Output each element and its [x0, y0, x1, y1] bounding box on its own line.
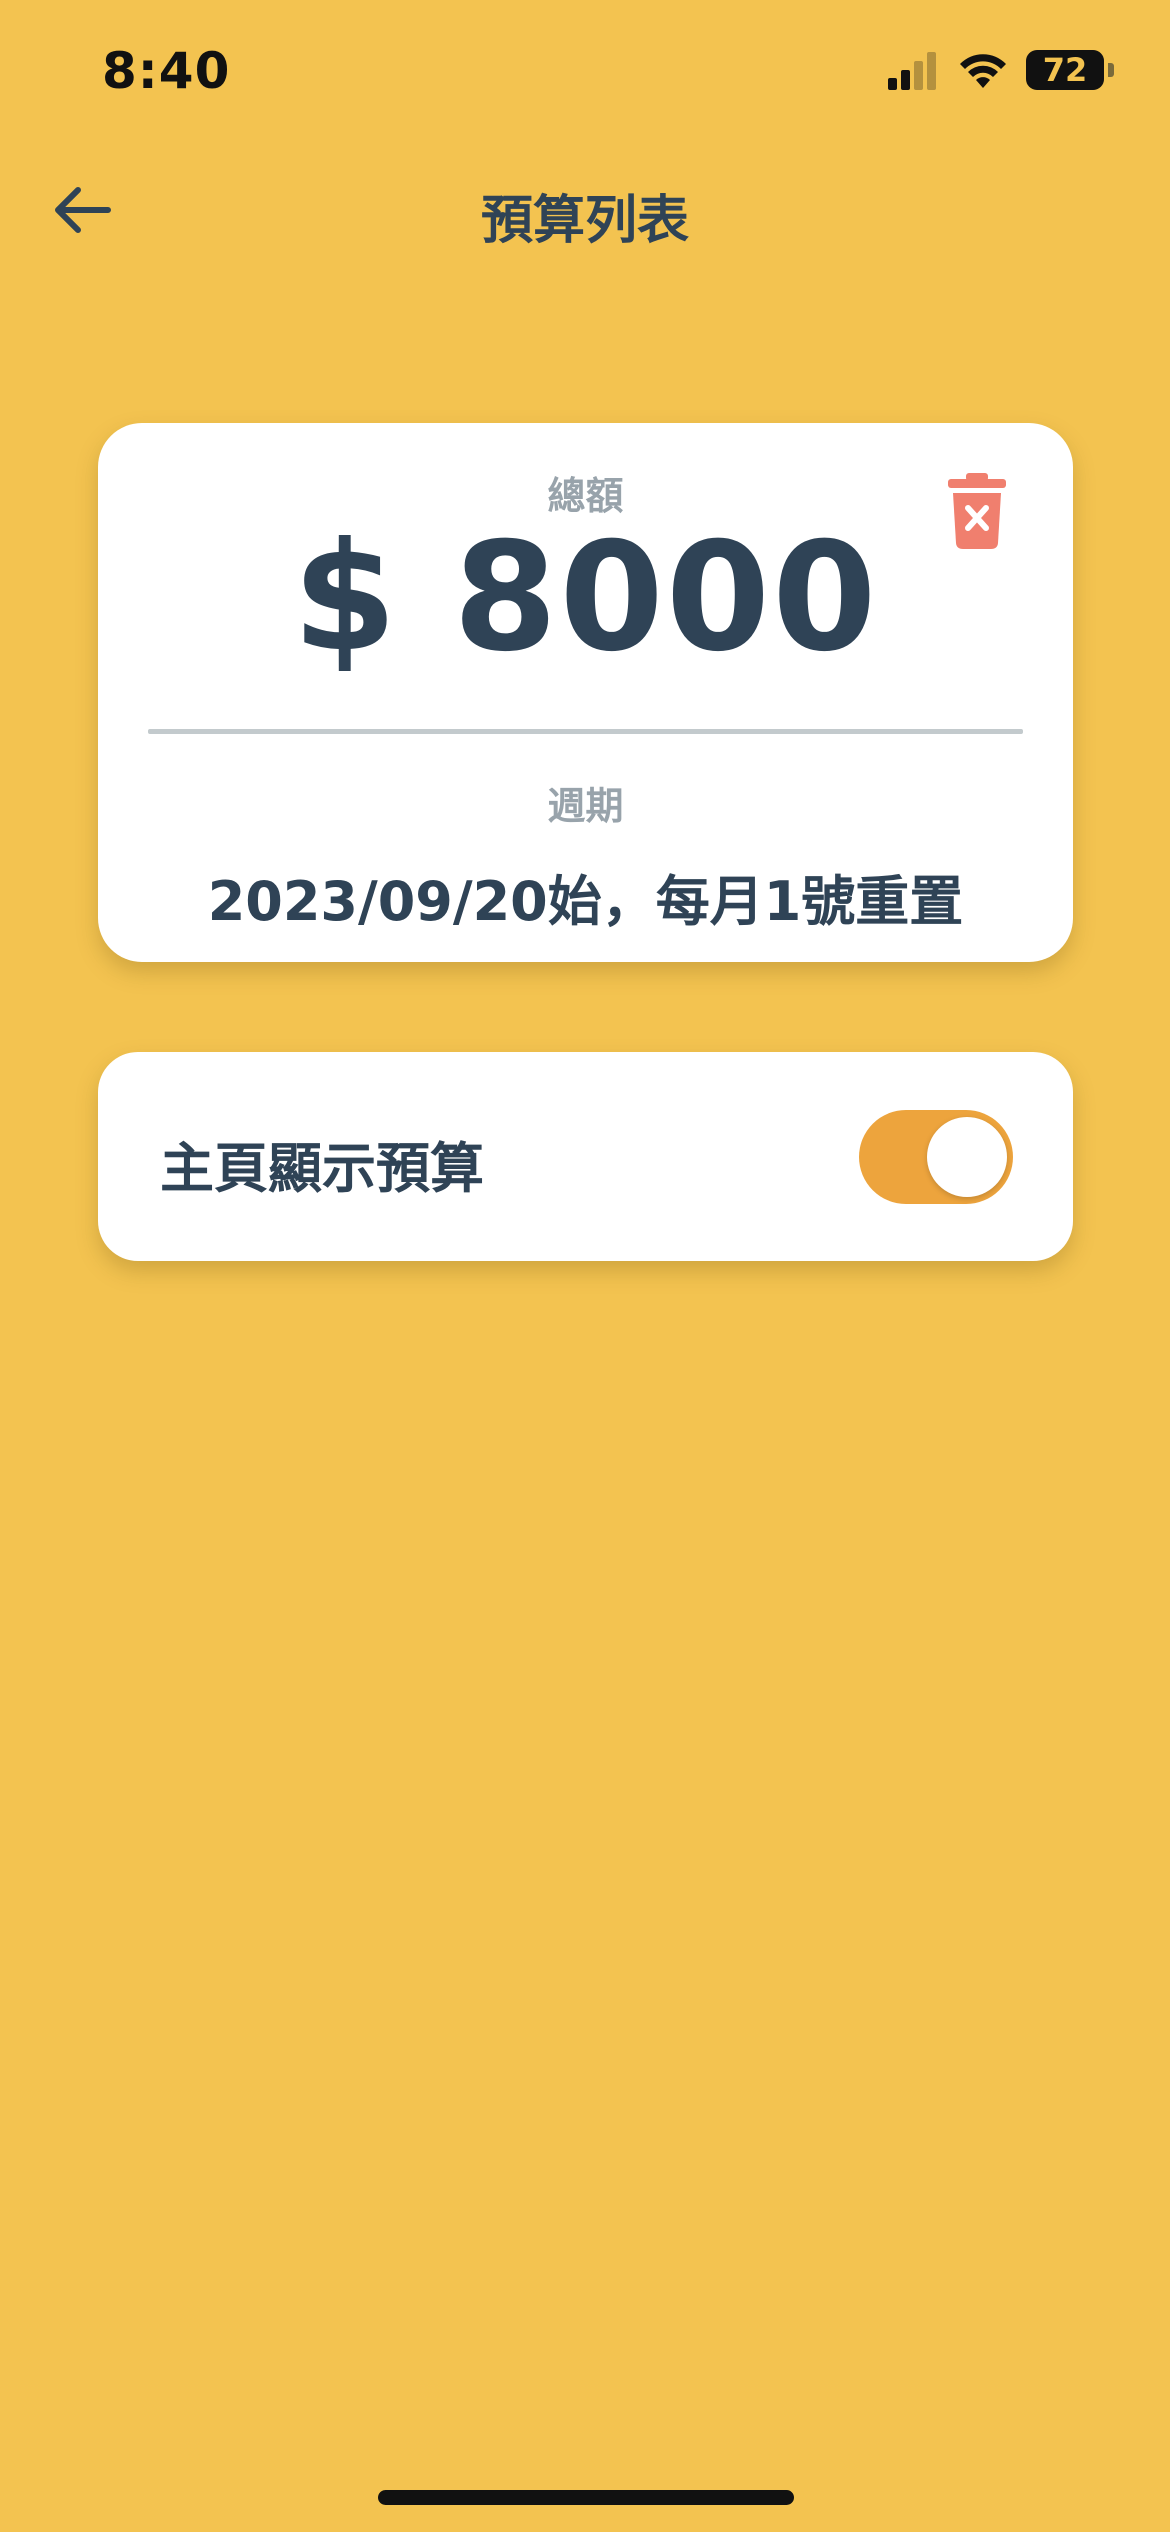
delete-budget-button[interactable] [946, 473, 1008, 549]
status-time: 8:40 [102, 42, 231, 100]
header: 預算列表 [0, 160, 1170, 260]
period-label: 週期 [547, 784, 624, 828]
battery-icon: 72 [1026, 50, 1104, 90]
battery-level: 72 [1042, 51, 1088, 89]
signal-bars-icon [888, 52, 936, 90]
period-value: 2023/09/20始，每月1號重置 [207, 870, 964, 933]
card-divider [148, 729, 1023, 734]
home-indicator[interactable] [378, 2490, 794, 2505]
budget-card[interactable]: 總額 $ 8000 週期 2023/09/20始，每月1號重置 [98, 423, 1073, 962]
status-icons: 72 [886, 50, 1114, 90]
status-bar: 8:40 72 [0, 0, 1170, 150]
toggle-knob [927, 1117, 1007, 1197]
wifi-icon [960, 54, 1006, 88]
battery-tip [1108, 63, 1114, 77]
show-on-home-toggle[interactable] [859, 1110, 1013, 1204]
budget-amount: $ 8000 [292, 511, 879, 685]
trash-delete-icon [948, 473, 1006, 549]
show-on-home-label: 主頁顯示預算 [160, 1137, 484, 1200]
page-title: 預算列表 [480, 191, 689, 251]
show-on-home-card: 主頁顯示預算 [98, 1052, 1073, 1261]
